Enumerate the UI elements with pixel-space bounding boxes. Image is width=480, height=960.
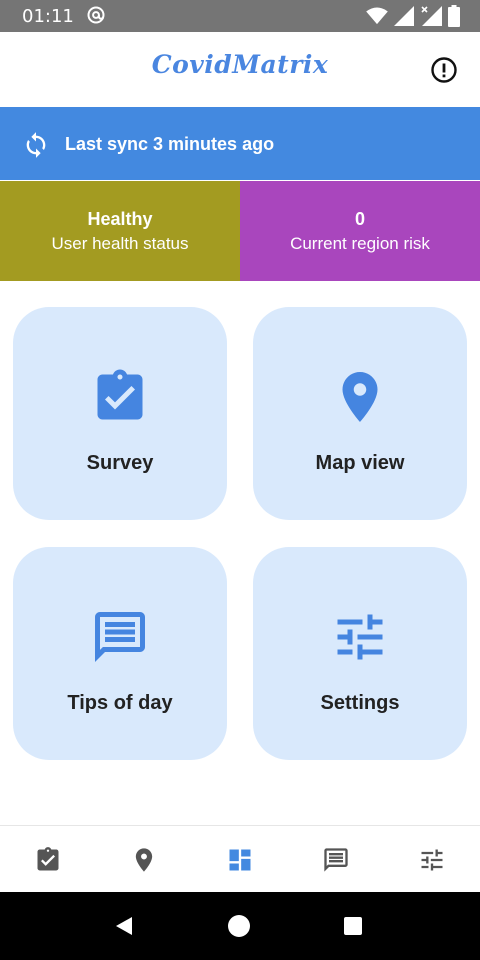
battery-icon [448,5,460,27]
status-bar: 01:11 [0,0,480,32]
map-view-tile-label: Map view [315,452,405,474]
status-panels: Healthy User health status 0 Current reg… [0,181,480,281]
health-status-label: User health status [51,234,189,253]
sliders-icon [337,614,383,660]
nav-message-icon[interactable] [322,846,350,874]
bottom-navigation [0,825,480,892]
cell-signal-icon [394,6,414,26]
nav-map-pin-icon[interactable] [130,846,158,874]
nav-sliders-icon[interactable] [418,846,446,874]
survey-tile-label: Survey [86,452,154,474]
tips-of-day-tile[interactable]: Tips of day [13,547,227,760]
app-bar: CovidMatrix [0,32,480,106]
settings-tile[interactable]: Settings [253,547,467,760]
sync-status-text: Last sync 3 minutes ago [65,134,275,154]
health-status-panel: Healthy User health status [0,181,240,281]
info-alert-icon[interactable] [430,56,458,84]
sync-icon [26,132,46,158]
map-pin-icon [342,372,378,422]
status-time: 01:11 [22,6,74,27]
sync-bar[interactable]: Last sync 3 minutes ago [0,107,480,180]
tips-of-day-tile-label: Tips of day [67,692,173,714]
cell-signal-no-data-icon [421,6,442,26]
region-risk-panel: 0 Current region risk [240,181,480,281]
app-title: CovidMatrix [151,50,329,79]
home-icon[interactable] [228,915,250,937]
status-icons [366,5,460,27]
back-icon[interactable] [114,916,134,936]
survey-tile[interactable]: Survey [13,307,227,520]
recents-icon[interactable] [344,917,362,935]
map-view-tile[interactable]: Map view [253,307,467,520]
region-risk-label: Current region risk [290,234,430,253]
system-navigation-bar [0,892,480,960]
nav-survey-clipboard-check-icon[interactable] [34,846,62,874]
settings-tile-label: Settings [320,692,400,714]
health-status-value: Healthy [87,209,153,229]
message-icon [95,612,145,662]
wifi-icon [366,7,388,25]
clipboard-check-icon [97,369,143,420]
at-sign-icon [87,6,105,24]
region-risk-value: 0 [354,209,365,229]
nav-dashboard-icon[interactable] [226,846,254,874]
